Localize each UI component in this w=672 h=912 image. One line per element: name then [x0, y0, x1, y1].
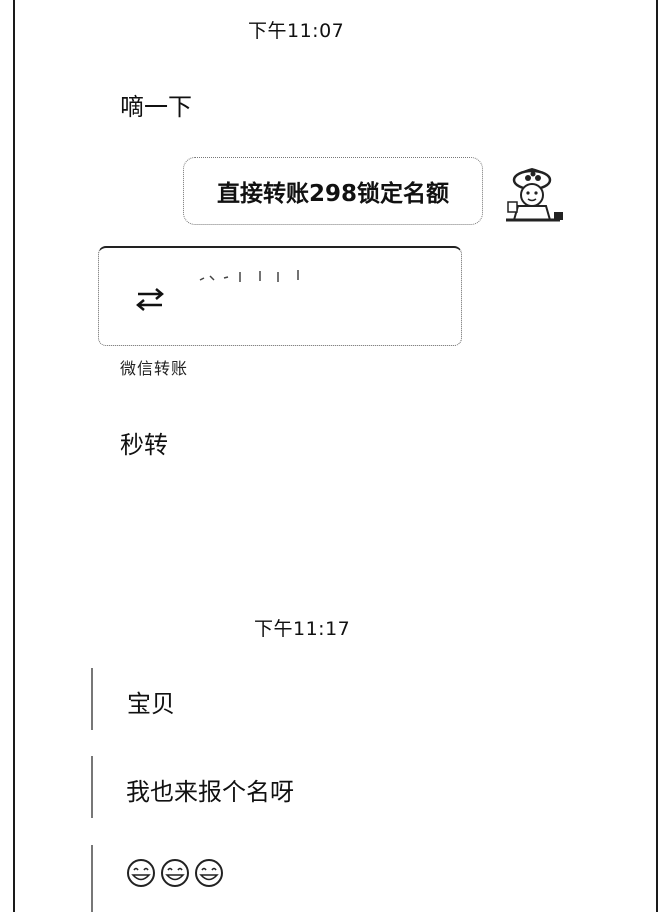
smile-emoji-icon	[127, 859, 155, 887]
message-divider	[91, 845, 93, 912]
timestamp: 下午11:17	[254, 618, 351, 640]
message-text[interactable]: 宝贝	[127, 684, 175, 719]
screen-border-right	[656, 0, 658, 912]
message-text: 直接转账298锁定名额	[216, 181, 449, 207]
message-text[interactable]: 嘀一下	[120, 87, 192, 122]
outgoing-message-bubble[interactable]: 直接转账298锁定名额	[183, 157, 483, 225]
message-text[interactable]: 秒转	[120, 425, 168, 460]
transfer-amount-redacted	[199, 270, 299, 282]
message-divider	[91, 756, 93, 818]
emoji-message[interactable]	[125, 857, 225, 889]
transfer-icon	[136, 288, 164, 311]
message-text[interactable]: 我也来报个名呀	[126, 772, 294, 807]
smile-emoji-icon	[161, 859, 189, 887]
avatar-icon[interactable]	[498, 158, 566, 224]
screen-border-left	[13, 0, 15, 912]
transfer-label: 微信转账	[120, 359, 189, 378]
timestamp: 下午11:07	[248, 20, 345, 42]
message-divider	[91, 668, 93, 730]
smile-emoji-icon	[195, 859, 223, 887]
